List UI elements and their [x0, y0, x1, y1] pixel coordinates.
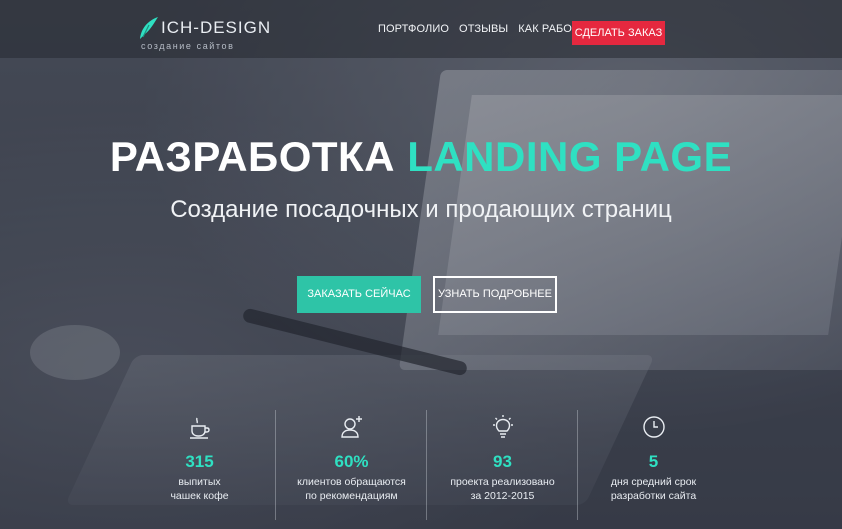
brand-subtitle: создание сайтов [141, 41, 235, 51]
leaf-logo-icon [140, 17, 158, 39]
brand-logo[interactable]: ICH-DESIGN создание сайтов [137, 12, 270, 52]
landing-page: ICH-DESIGN создание сайтов ПОРТФОЛИО ОТЗ… [0, 0, 842, 529]
user-add-icon [340, 416, 362, 438]
brand-title: ICH-DESIGN [161, 18, 272, 37]
stat-coffee: 315 выпитых чашек кофе [124, 410, 275, 520]
order-now-button[interactable]: ЗАКАЗАТЬ СЕЙЧАС [297, 276, 421, 313]
stat-value: 5 [648, 452, 659, 471]
learn-more-button[interactable]: УЗНАТЬ ПОДРОБНЕЕ [433, 276, 557, 313]
nav-link-portfolio[interactable]: ПОРТФОЛИО [378, 20, 449, 38]
hero-title: РАЗРАБОТКА LANDING PAGE [0, 133, 842, 181]
order-button[interactable]: СДЕЛАТЬ ЗАКАЗ [572, 21, 665, 45]
hero-subtitle: Создание посадочных и продающих страниц [170, 196, 672, 223]
lightbulb-icon [492, 415, 513, 438]
stat-label: клиентов обращаются по рекомендациям [297, 476, 406, 502]
site-header: ICH-DESIGN создание сайтов ПОРТФОЛИО ОТЗ… [0, 0, 842, 58]
hero-title-accent: LANDING PAGE [407, 133, 733, 180]
stats-bar: 315 выпитых чашек кофе 60% клиентов обращ… [124, 410, 728, 520]
stat-dev-time: 5 дня средний срок разработки сайта [577, 410, 728, 520]
main-nav: ПОРТФОЛИО ОТЗЫВЫ КАК РАБОТАЕМ [378, 20, 602, 38]
stat-label: дня средний срок разработки сайта [610, 476, 697, 502]
stat-value: 60% [334, 452, 369, 471]
stat-label: проекта реализовано за 2012-2015 [450, 476, 555, 502]
stat-projects: 93 проекта реализовано за 2012-2015 [426, 410, 577, 520]
stat-value: 315 [185, 452, 214, 471]
hero-title-main: РАЗРАБОТКА [109, 133, 396, 180]
stat-value: 93 [493, 452, 512, 471]
stat-label: выпитых чашек кофе [170, 476, 229, 502]
clock-icon [642, 416, 665, 438]
coffee-cup-icon [189, 417, 210, 439]
nav-link-reviews[interactable]: ОТЗЫВЫ [459, 20, 508, 38]
stat-referrals: 60% клиентов обращаются по рекомендациям [275, 410, 426, 520]
